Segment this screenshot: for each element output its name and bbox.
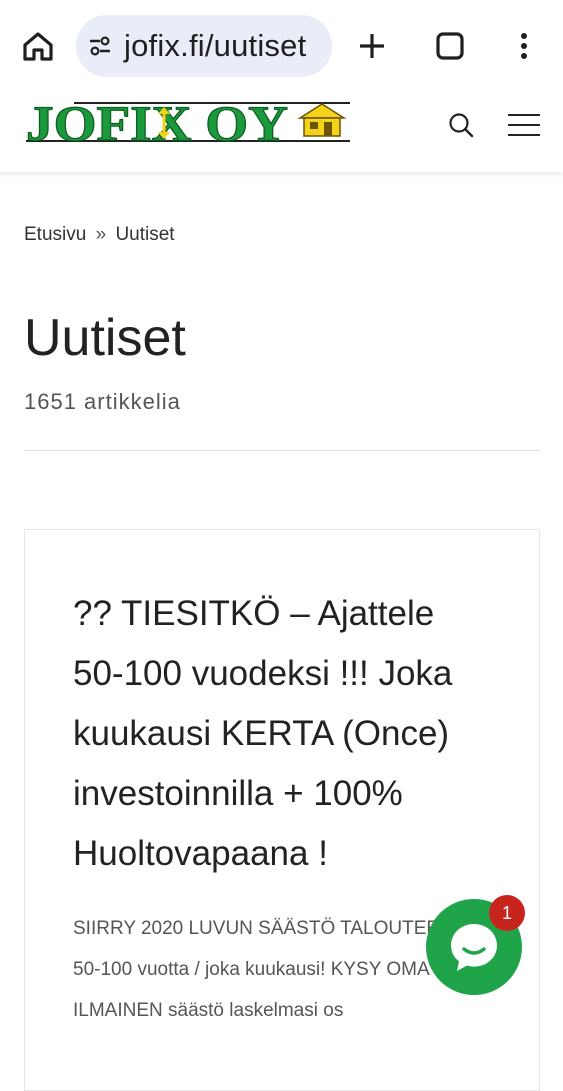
- more-vert-icon[interactable]: [514, 30, 534, 62]
- address-bar[interactable]: jofix.fi/uutiset: [76, 15, 332, 77]
- breadcrumb-current: Uutiset: [115, 224, 175, 245]
- article-card: ?? TIESITKÖ – Ajattele 50-100 vuodeksi !…: [24, 529, 540, 1091]
- site-logo[interactable]: JOFIX OY: [26, 96, 350, 152]
- hamburger-icon[interactable]: [506, 110, 542, 140]
- article-count: 1651 artikkelia: [24, 389, 181, 414]
- home-icon[interactable]: [20, 28, 56, 64]
- search-icon[interactable]: [446, 110, 476, 140]
- article-title-link[interactable]: ?? TIESITKÖ – Ajattele 50-100 vuodeksi !…: [73, 584, 493, 884]
- divider: [24, 450, 540, 451]
- tune-icon[interactable]: [88, 34, 112, 58]
- chat-bubble-icon: [451, 924, 497, 971]
- svg-text:JOFIX OY: JOFIX OY: [26, 96, 288, 151]
- breadcrumb-home-link[interactable]: Etusivu: [24, 224, 86, 245]
- page-title: Uutiset: [24, 309, 186, 367]
- site-header: JOFIX OY: [0, 92, 563, 172]
- breadcrumb-separator: »: [95, 224, 107, 245]
- browser-toolbar: jofix.fi/uutiset: [0, 0, 563, 93]
- url-text[interactable]: jofix.fi/uutiset: [124, 28, 306, 64]
- chat-notification-badge: 1: [489, 895, 525, 931]
- breadcrumb: Etusivu » Uutiset: [24, 224, 175, 246]
- tabs-icon[interactable]: [434, 30, 466, 62]
- plus-icon[interactable]: [356, 30, 388, 62]
- url-fade: [304, 15, 332, 77]
